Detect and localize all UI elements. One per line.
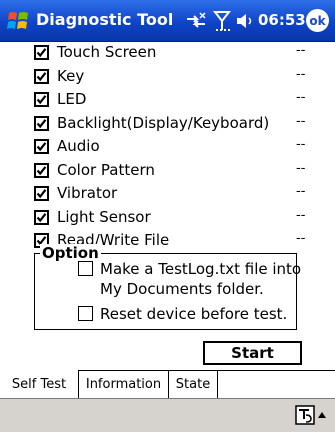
test-checkbox[interactable] (34, 139, 49, 154)
checkmark-icon (36, 95, 47, 105)
checkmark-icon (36, 189, 47, 199)
test-status: -- (296, 184, 306, 199)
clock[interactable]: 06:53 (258, 11, 306, 29)
tab-self-test[interactable]: Self Test (0, 370, 79, 398)
testlog-checkbox[interactable] (78, 261, 93, 276)
windows-start-icon[interactable] (6, 8, 32, 34)
test-item[interactable]: Light Sensor -- (0, 207, 335, 230)
test-status: -- (296, 137, 306, 152)
ok-button[interactable]: ok (306, 9, 329, 32)
test-label: Light Sensor (57, 208, 151, 226)
testlog-label-line2: My Documents folder. (100, 280, 264, 298)
checkmark-icon (36, 166, 47, 176)
test-status: -- (296, 231, 306, 246)
test-checkbox[interactable] (34, 163, 49, 178)
checkmark-icon (36, 142, 47, 152)
reset-option[interactable]: Reset device before test. (78, 304, 298, 324)
command-bar (0, 398, 335, 432)
test-checkbox[interactable] (34, 69, 49, 84)
reset-checkbox[interactable] (78, 306, 93, 321)
speaker-icon[interactable] (235, 11, 255, 31)
test-item[interactable]: Key -- (0, 66, 335, 89)
test-label: LED (57, 90, 87, 108)
test-checkbox[interactable] (34, 116, 49, 131)
test-item[interactable]: LED -- (0, 89, 335, 112)
tab-information[interactable]: Information (79, 371, 169, 398)
test-item[interactable]: Vibrator -- (0, 183, 335, 206)
test-label: Backlight(Display/Keyboard) (57, 114, 270, 132)
test-item[interactable]: Backlight(Display/Keyboard) -- (0, 113, 335, 136)
test-status: -- (296, 161, 306, 176)
test-label: Key (57, 67, 85, 85)
test-checkbox[interactable] (34, 45, 49, 60)
checkmark-icon (36, 119, 47, 129)
start-button[interactable]: Start (203, 341, 302, 365)
title-bar: Diagnostic Tool 06:53 ok (0, 0, 335, 42)
testlog-label-line1: Make a TestLog.txt file into (100, 260, 302, 278)
checkmark-icon (36, 213, 47, 223)
test-item[interactable]: Audio -- (0, 136, 335, 159)
reset-label: Reset device before test. (100, 305, 288, 323)
test-item[interactable]: Touch Screen -- (0, 42, 335, 65)
checkmark-icon (36, 48, 47, 58)
test-label: Color Pattern (57, 161, 155, 179)
checkmark-icon (36, 72, 47, 82)
test-status: -- (296, 43, 306, 58)
testlog-option[interactable]: Make a TestLog.txt file into My Document… (78, 259, 302, 301)
test-status: -- (296, 90, 306, 105)
test-status: -- (296, 114, 306, 129)
tab-strip: Self Test Information State (0, 370, 335, 398)
signal-icon[interactable] (213, 10, 231, 32)
test-checkbox[interactable] (34, 186, 49, 201)
test-status: -- (296, 67, 306, 82)
app-title: Diagnostic Tool (36, 10, 174, 29)
test-label: Vibrator (57, 184, 118, 202)
keyboard-input-icon[interactable] (294, 404, 316, 426)
test-checkbox[interactable] (34, 210, 49, 225)
tab-state[interactable]: State (169, 371, 218, 398)
test-label: Touch Screen (57, 43, 157, 61)
test-item[interactable]: Color Pattern -- (0, 160, 335, 183)
connectivity-icon[interactable] (185, 11, 207, 31)
test-checkbox[interactable] (34, 92, 49, 107)
test-status: -- (296, 208, 306, 223)
test-label: Audio (57, 137, 100, 155)
chevron-up-icon[interactable] (317, 408, 327, 422)
